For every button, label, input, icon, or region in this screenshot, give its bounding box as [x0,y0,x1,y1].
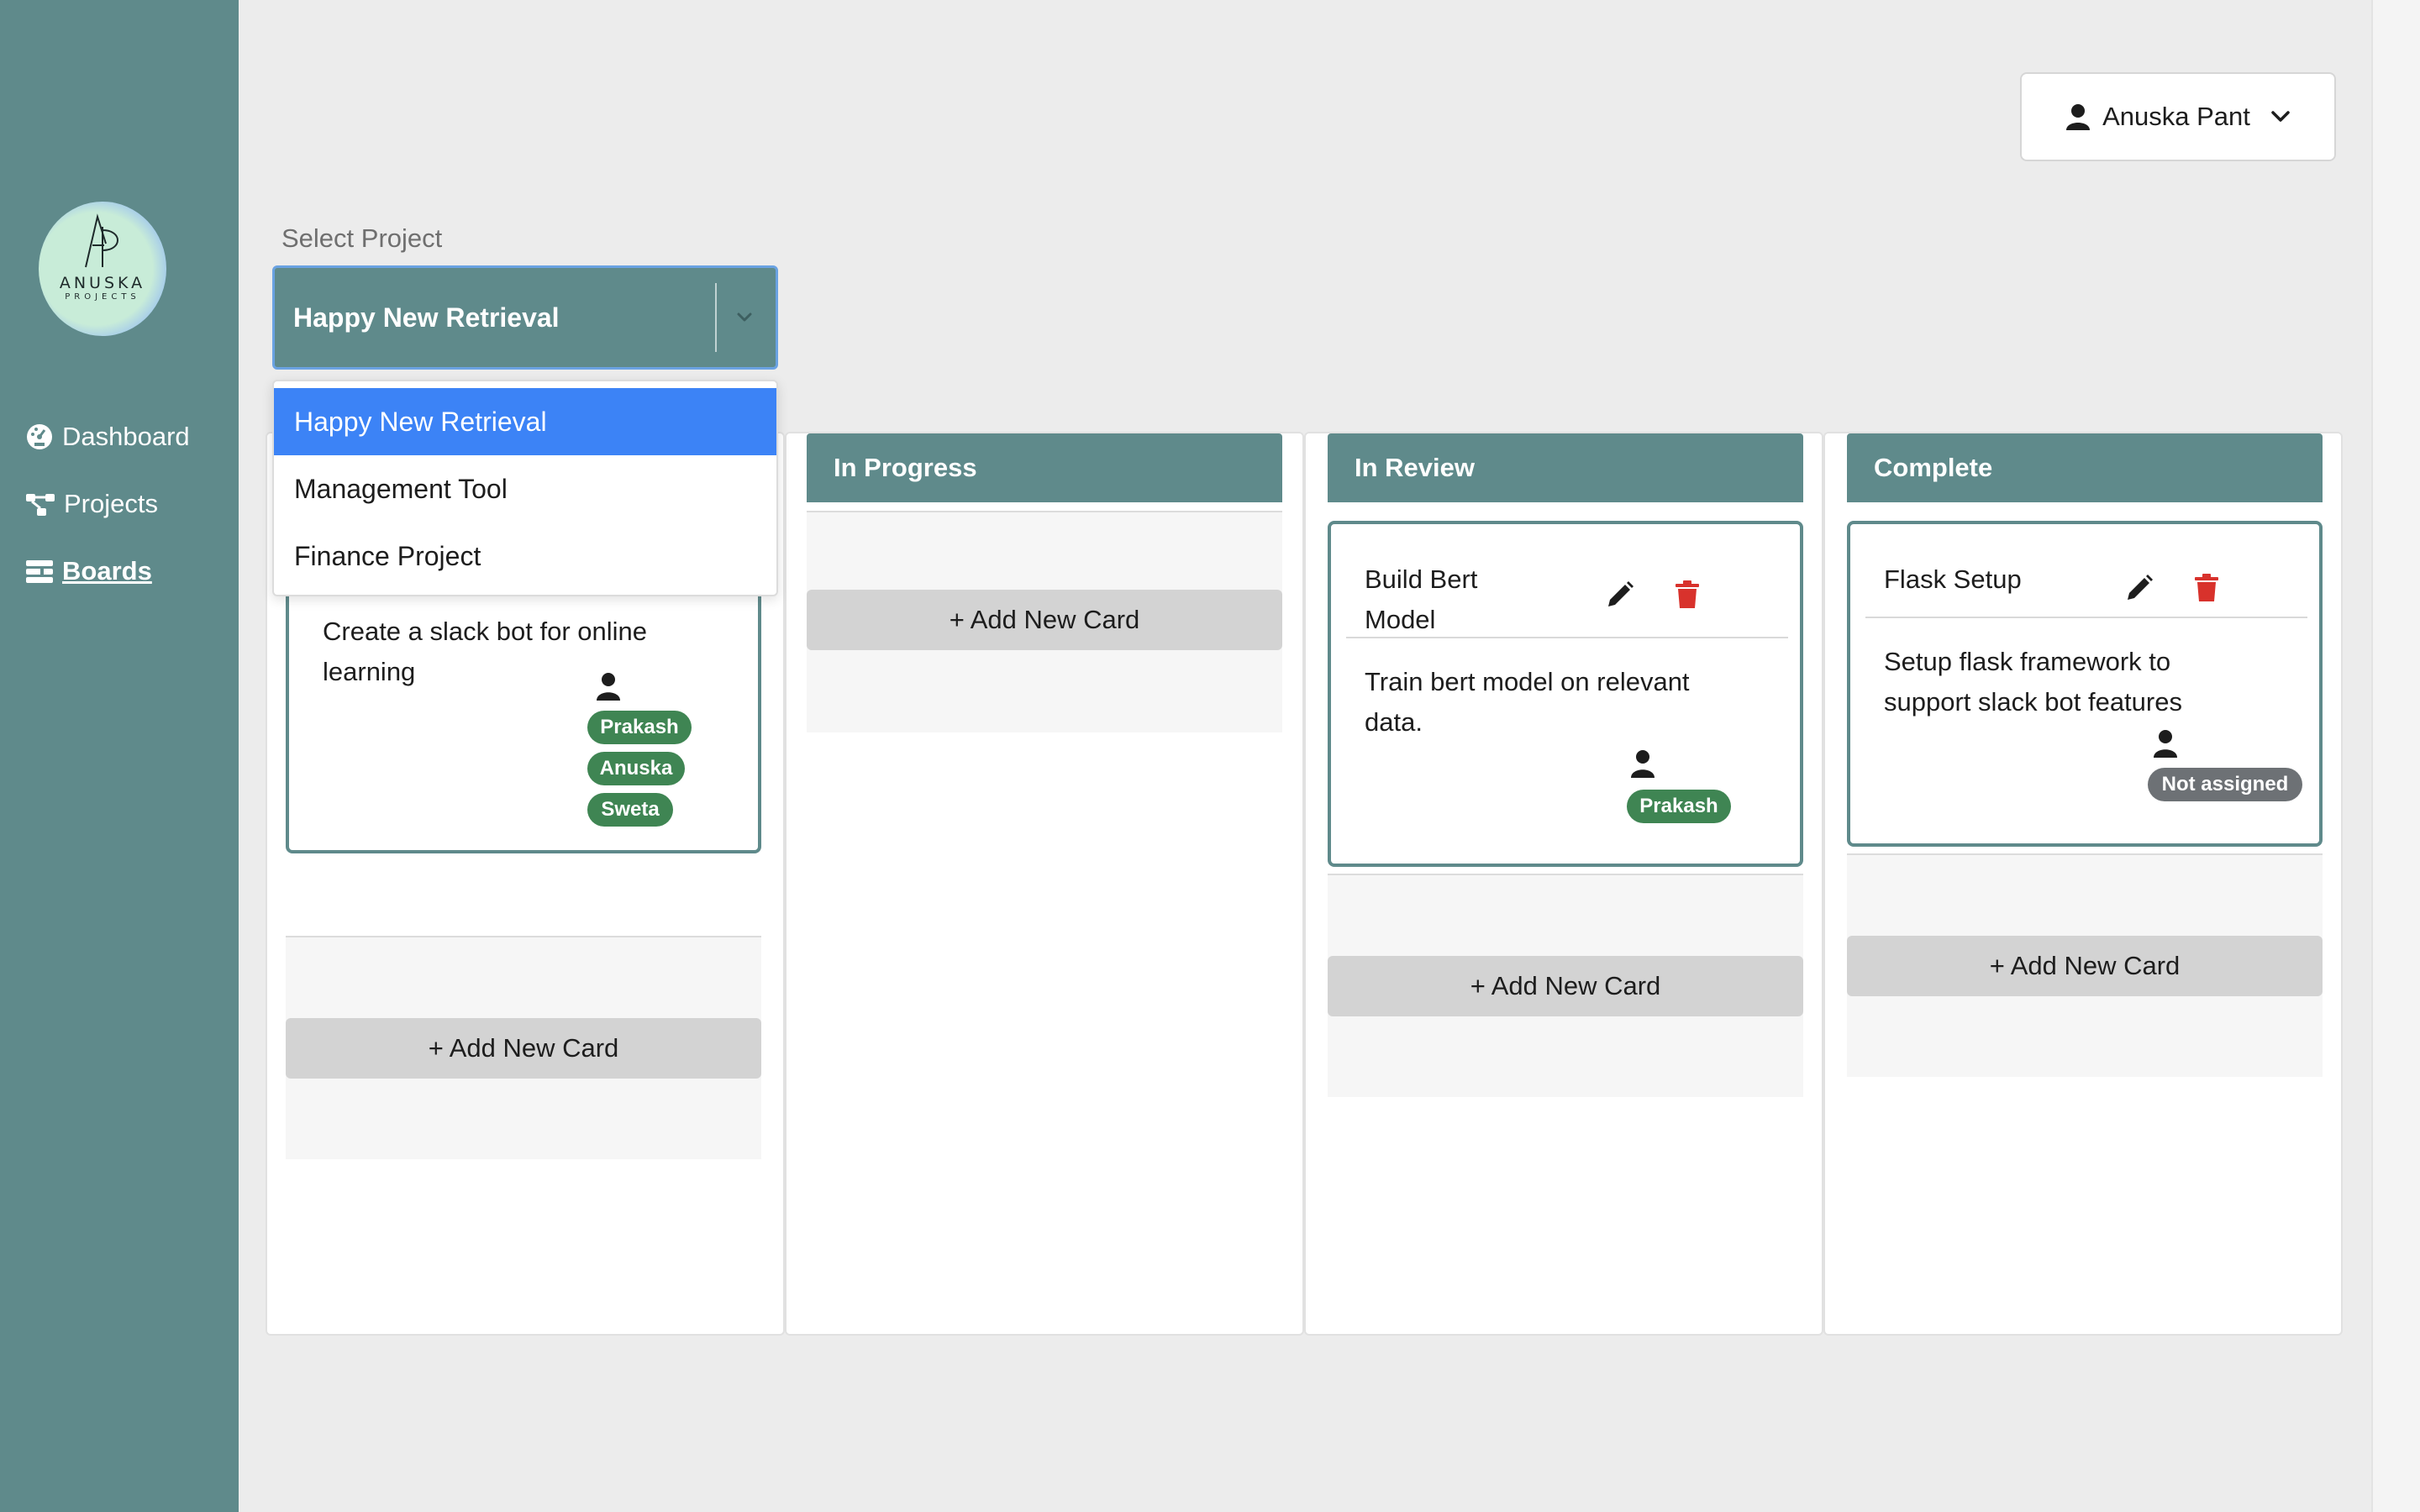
card-divider [1346,637,1788,638]
card-description-line: data. [1365,707,1423,737]
delete-icon[interactable] [1674,580,1701,610]
sidebar-item-boards[interactable]: Boards [25,551,152,591]
dropdown-option-finance-project[interactable]: Finance Project [274,522,776,590]
sidebar-item-label: Dashboard [62,422,190,451]
add-card-button[interactable]: + Add New Card [807,590,1282,650]
sidebar-item-label: Boards [62,556,152,585]
logo-name: ANUSKA [59,274,146,292]
column-header: In Progress [807,433,1282,502]
board-column-in-progress: In Progress + Add New Card [785,432,1304,1336]
column-drop-area: + Add New Card [807,511,1282,732]
chevron-down-icon [737,312,752,322]
add-card-button[interactable]: + Add New Card [286,1018,761,1079]
column-header: Complete [1847,433,2323,502]
project-dropdown-menu: Happy New Retrieval Management Tool Fina… [272,380,778,596]
dropdown-option-management-tool[interactable]: Management Tool [274,455,776,522]
column-drop-area: + Add New Card [1328,874,1803,1097]
dashboard-icon [27,424,52,449]
add-card-button[interactable]: + Add New Card [1328,956,1803,1016]
chevron-down-icon [2271,111,2290,122]
logo-monogram-icon [85,213,118,268]
assignee-badge: Sweta [587,793,673,827]
user-menu-button[interactable]: Anuska Pant [2020,72,2336,161]
project-select-value: Happy New Retrieval [293,302,560,333]
assignee-icon [1631,750,1655,778]
dropdown-option-happy-new-retrieval[interactable]: Happy New Retrieval [274,388,776,455]
app-logo: ANUSKA PROJECTS [39,202,166,336]
sidebar-item-projects[interactable]: Projects [25,484,158,524]
assignee-badge-unassigned: Not assigned [2148,768,2302,801]
card-title-line: Build Bert [1365,564,1478,594]
card-divider [1865,617,2307,618]
user-icon [2066,104,2091,130]
board-column-in-review: In Review Build Bert Model Train bert mo… [1304,432,1823,1336]
task-card[interactable]: Create a slack bot for online learning P… [286,564,761,853]
logo-subtitle: PROJECTS [65,292,140,302]
page-scrollbar[interactable] [2371,0,2420,1512]
card-description-line: Setup flask framework to [1884,647,2171,676]
assignee-badge: Anuska [587,752,685,785]
column-drop-area: + Add New Card [286,936,761,1159]
card-description-line: Create a slack bot for online [323,617,647,646]
assignee-icon [2154,730,2177,758]
edit-icon[interactable] [2124,573,2154,603]
project-select[interactable]: Happy New Retrieval [272,265,778,370]
edit-icon[interactable] [1605,580,1635,610]
column-drop-area: + Add New Card [1847,853,2323,1077]
project-select-label: Select Project [281,223,443,253]
task-card[interactable]: Build Bert Model Train bert model on rel… [1328,521,1803,867]
sidebar: ANUSKA PROJECTS Dashboard Projects Board… [0,0,239,1512]
select-separator [715,283,717,352]
card-title-line: Model [1365,605,1436,634]
boards-icon [26,560,53,583]
assignee-badge: Prakash [587,711,692,744]
assignee-badge: Prakash [1627,790,1731,823]
sitemap-icon [26,494,55,516]
sidebar-item-dashboard[interactable]: Dashboard [25,417,190,457]
user-name: Anuska Pant [2102,102,2250,131]
task-card[interactable]: Flask Setup Setup flask framework to sup… [1847,521,2323,847]
board-column-complete: Complete Flask Setup Setup flask framewo… [1823,432,2343,1336]
card-title: Flask Setup [1884,564,2022,594]
delete-icon[interactable] [2193,573,2220,603]
card-description-line: Train bert model on relevant [1365,667,1690,696]
sidebar-item-label: Projects [64,489,158,518]
card-description-line: support slack bot features [1884,687,2182,717]
assignee-icon [597,673,620,701]
column-header: In Review [1328,433,1803,502]
add-card-button[interactable]: + Add New Card [1847,936,2323,996]
card-description-line: learning [323,657,416,686]
